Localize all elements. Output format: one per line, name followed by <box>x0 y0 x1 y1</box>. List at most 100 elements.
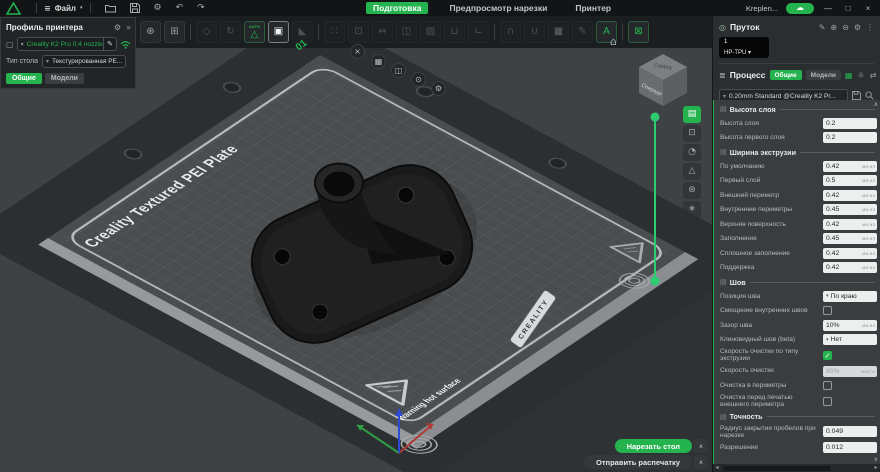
setting-checkbox[interactable] <box>823 396 832 406</box>
process-tab-general[interactable]: Общие <box>769 70 802 80</box>
compare-icon[interactable]: ⇄ <box>870 71 877 80</box>
setting-input[interactable]: 0.2 <box>823 132 877 144</box>
printer-settings-gear-icon[interactable]: ⚙ <box>114 23 121 32</box>
collapse-panel-icon[interactable]: » <box>126 23 131 32</box>
slice-plate-button[interactable]: Нарезать стол <box>614 439 692 453</box>
orientation-cube[interactable]: Сверху Спереди <box>632 50 694 110</box>
lamp-icon[interactable]: △ <box>683 163 701 180</box>
setting-control: 0.049 <box>823 426 877 438</box>
slice-options-caret[interactable]: ∧ <box>694 439 708 453</box>
cloud-upload-button[interactable]: ☁ <box>786 2 814 14</box>
setting-checkbox[interactable] <box>823 381 832 390</box>
scale-button[interactable]: ▣ <box>268 21 289 43</box>
restore-button[interactable]: □ <box>842 4 854 13</box>
select-plate-icon[interactable]: ⊡ <box>683 125 701 142</box>
support-button: ∩ <box>500 21 521 43</box>
setting-input[interactable]: 0.012 <box>823 442 877 453</box>
add-model-button[interactable]: ⊕ <box>140 21 161 43</box>
more-icon[interactable]: ⋮ <box>866 23 874 32</box>
divider <box>89 3 91 13</box>
section-header[interactable]: ▤ Шов <box>720 275 877 289</box>
plate-grid-icon[interactable]: ▦ <box>371 54 386 69</box>
printer-select[interactable]: ▾ Creality K2 Pro 0.4 nozzle ✎ <box>16 37 117 51</box>
setting-control <box>823 306 877 316</box>
section-header[interactable]: ▤ Ширина экструзии <box>720 145 877 159</box>
setting-input[interactable]: 0.42 мм ил <box>823 218 877 230</box>
send-options-caret[interactable]: ∧ <box>694 455 708 469</box>
setting-label: Клиновидный шов (beta) <box>720 336 796 344</box>
scrollbar-thumb[interactable] <box>723 465 831 471</box>
setting-input[interactable]: 0.45 мм ил <box>823 233 877 245</box>
section-icon: ▤ <box>720 148 727 156</box>
edit-printer-icon[interactable]: ✎ <box>103 38 116 50</box>
minimize-button[interactable]: — <box>822 4 834 13</box>
tab-preview[interactable]: Предпросмотр нарезки <box>442 2 554 14</box>
tips-icon[interactable]: ☼ <box>857 71 864 80</box>
setting-input[interactable]: 0.42 мм ил <box>823 160 877 172</box>
hamburger-icon: ≡ <box>44 3 51 13</box>
tab-printer[interactable]: Принтер <box>568 2 618 14</box>
plate-settings-icon[interactable]: ⚙ <box>431 81 446 96</box>
setting-unit: мм ил <box>862 163 875 169</box>
lock-plate-icon[interactable]: ⊙ <box>411 72 426 87</box>
save-icon[interactable] <box>129 3 140 13</box>
setting-select[interactable]: ▾ Нет <box>823 334 877 346</box>
quick-settings-icon[interactable]: ▦ <box>845 71 853 80</box>
delete-plate-icon[interactable]: × <box>350 44 365 59</box>
process-tab-models[interactable]: Модели <box>805 70 841 80</box>
setting-input[interactable]: 0.5 мм ил <box>823 175 877 187</box>
scroll-right-icon[interactable]: ▸ <box>872 465 880 471</box>
scroll-up-icon[interactable]: ∧ <box>874 101 878 108</box>
fan-icon[interactable]: ∗ <box>683 201 701 218</box>
clock-icon[interactable]: ◔ <box>683 144 701 161</box>
setting-checkbox[interactable]: ✓ <box>823 350 832 360</box>
auto-orient-button[interactable]: AUTO △ <box>244 21 265 43</box>
bed-type-select[interactable]: ▾ Текстурированная PE... <box>41 55 126 68</box>
close-button[interactable]: × <box>862 4 874 13</box>
setting-row: Клиновидный шов (beta) ▾ Нет <box>720 333 877 348</box>
filament-settings-icon[interactable]: ⚙ <box>854 23 861 32</box>
undo-icon[interactable]: ↶ <box>176 0 184 16</box>
wrench-icon[interactable]: ✎ <box>819 23 826 32</box>
section-title: Шов <box>729 277 746 287</box>
send-print-button[interactable]: Отправить распечатку <box>584 455 692 469</box>
setting-input[interactable]: 0.42 мм ил <box>823 247 877 259</box>
setting-row: Скорость очистки по типу экструзии ✓ <box>720 347 877 364</box>
tab-models[interactable]: Модели <box>44 73 84 84</box>
tab-prepare[interactable]: Подготовка <box>366 2 429 14</box>
setting-input[interactable]: 10% мм ил <box>823 319 877 331</box>
mode-tabs: Подготовка Предпросмотр нарезки Принтер <box>366 2 618 14</box>
redo-icon[interactable]: ↷ <box>197 0 205 16</box>
clone-plate-icon[interactable]: ◫ <box>391 63 406 78</box>
setting-input[interactable]: 0.049 <box>823 426 877 438</box>
split-button[interactable]: ⊠ <box>628 21 649 43</box>
home-view-icon[interactable]: ⌂ <box>610 36 617 47</box>
scroll-down-icon[interactable]: ∨ <box>874 456 878 463</box>
toolbar-separator <box>494 24 495 40</box>
setting-control <box>823 396 877 406</box>
process-title: Процесс <box>729 70 766 80</box>
setting-input[interactable]: 0.45 мм ил <box>823 204 877 216</box>
setting-row: Заполнение 0.45 мм ил <box>720 232 877 247</box>
file-menu[interactable]: ≡ Файл ▾ <box>44 4 83 13</box>
horizontal-scrollbar[interactable]: ◂ ▸ <box>713 464 880 472</box>
setting-input[interactable]: 0.42 мм ил <box>823 189 877 201</box>
tab-general[interactable]: Общие <box>6 73 42 84</box>
setting-select[interactable]: ▾ По краю <box>823 290 877 302</box>
setting-input[interactable]: 0.42 мм ил <box>823 262 877 274</box>
filament-slot[interactable]: 1 HP-TPU ▾ <box>719 37 769 58</box>
section-header[interactable]: ▤ Высота слоя <box>720 102 877 116</box>
open-folder-icon[interactable] <box>104 4 116 13</box>
section-header[interactable]: ▤ Точность <box>720 410 877 424</box>
add-plate-button[interactable]: ⊞ <box>164 21 185 43</box>
scroll-left-icon[interactable]: ◂ <box>713 465 721 471</box>
gear-circle-icon[interactable]: ⊛ <box>683 182 701 199</box>
toolbar-separator <box>190 24 191 40</box>
remove-filament-icon[interactable]: ⊖ <box>842 23 849 32</box>
plate-list-icon[interactable]: ▤ <box>683 106 701 123</box>
settings-gear-icon[interactable]: ⚙ <box>154 0 162 16</box>
setting-checkbox[interactable] <box>823 306 832 316</box>
add-filament-icon[interactable]: ⊕ <box>830 23 837 32</box>
setting-control: ▾ Нет <box>823 334 877 346</box>
setting-input[interactable]: 0.2 <box>823 117 877 129</box>
